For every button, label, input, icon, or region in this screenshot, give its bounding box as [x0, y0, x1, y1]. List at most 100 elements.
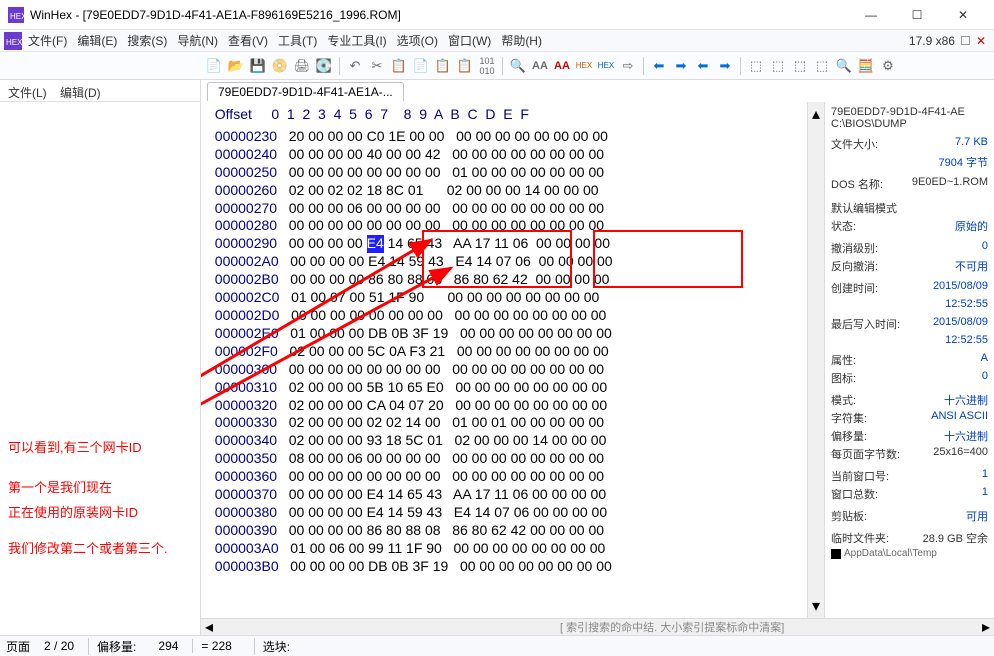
save-icon[interactable]: 💾 — [249, 57, 267, 75]
menu-options[interactable]: 选项(O) — [397, 32, 438, 49]
file-path-1: 79E0EDD7-9D1D-4F41-AE — [831, 106, 988, 118]
close-button[interactable]: ✕ — [940, 0, 986, 30]
filesize-bytes: 7904 字节 — [938, 154, 988, 170]
annotation-1: 可以看到,有三个网卡ID — [0, 432, 200, 464]
status-hint: [ 索引搜索的命中结. 大小索引提案标命中清案] — [560, 619, 784, 635]
disk1-icon[interactable]: ⬚ — [747, 57, 765, 75]
search2-icon[interactable]: 🔍 — [835, 57, 853, 75]
status-page-value: 2 / 20 — [44, 639, 74, 653]
menu-search[interactable]: 搜索(S) — [127, 32, 167, 49]
print-icon[interactable]: 🖨 — [293, 57, 311, 75]
disk2-icon[interactable]: ⬚ — [769, 57, 787, 75]
disk-icon[interactable]: 💽 — [315, 57, 333, 75]
undo-icon[interactable]: ↶ — [346, 57, 364, 75]
toolbar: 📄 📂 💾 📀 🖨 💽 ↶ ✂ 📋 📄 📋 📋 101010 🔍 AA AA H… — [0, 52, 994, 80]
marker2-icon[interactable]: HEX — [597, 57, 615, 75]
app-logo-icon: HEX — [4, 32, 22, 50]
menu-help[interactable]: 帮助(H) — [501, 32, 542, 49]
new-icon[interactable]: 📄 — [205, 57, 223, 75]
clip-value: 可用 — [966, 508, 988, 524]
window-title: WinHex - [79E0EDD7-9D1D-4F41-AE1A-F89616… — [30, 8, 848, 22]
menu-window[interactable]: 窗口(W) — [448, 32, 491, 49]
file-tab[interactable]: 79E0EDD7-9D1D-4F41-AE1A-... — [207, 82, 404, 101]
winno-label: 当前窗口号: — [831, 468, 889, 484]
attr-label: 属性: — [831, 352, 856, 368]
leftmenu-edit[interactable]: 编辑(D) — [60, 86, 101, 100]
title-bar: HEX WinHex - [79E0EDD7-9D1D-4F41-AE1A-F8… — [0, 0, 994, 30]
undo-label: 撤消级别: — [831, 240, 878, 256]
menu-tools[interactable]: 工具(T) — [278, 32, 317, 49]
icons-label: 图标: — [831, 370, 856, 386]
find-hex-icon[interactable]: AA — [531, 57, 549, 75]
clip-label: 剪贴板: — [831, 508, 867, 524]
clipboard2-icon[interactable]: 📋 — [456, 57, 474, 75]
annotation-2a: 第一个是我们现在 — [0, 472, 200, 504]
cut-icon[interactable]: ✂ — [368, 57, 386, 75]
temp-value: 28.9 GB 空余 — [923, 530, 988, 546]
wintot-value: 1 — [982, 486, 988, 502]
calc-icon[interactable]: 🧮 — [857, 57, 875, 75]
offsetmode-value: 十六进制 — [944, 428, 988, 444]
mode-label: 模式: — [831, 392, 856, 408]
leftmenu-file[interactable]: 文件(L) — [8, 86, 47, 100]
paste-icon[interactable]: 📄 — [412, 57, 430, 75]
winno-value: 1 — [982, 468, 988, 484]
filesize-label: 文件大小: — [831, 136, 878, 152]
goto-icon[interactable]: ⇨ — [619, 57, 637, 75]
hex-grid[interactable]: Offset 0 1 2 3 4 5 6 7 8 9 A B C D E F 0… — [201, 102, 807, 618]
saveas-icon[interactable]: 📀 — [271, 57, 289, 75]
bpp-label: 每页面字节数: — [831, 446, 900, 462]
vertical-scrollbar[interactable]: ▴▾ — [807, 102, 824, 618]
copy-icon[interactable]: 📋 — [390, 57, 408, 75]
annotation-3: 我们修改第二个或者第三个. — [0, 533, 200, 565]
arrow-right-icon[interactable]: ➡ — [672, 57, 690, 75]
status-offset-label: 偏移量: — [97, 640, 136, 654]
arrow-last-icon[interactable]: ➡ — [716, 57, 734, 75]
status-sel-label: 选块: — [263, 640, 290, 654]
open-icon[interactable]: 📂 — [227, 57, 245, 75]
wtime-time: 12:52:55 — [945, 334, 988, 346]
ctime-value: 2015/08/09 — [933, 280, 988, 296]
menu-pro-tools[interactable]: 专业工具(I) — [327, 32, 386, 49]
find-icon[interactable]: 🔍 — [509, 57, 527, 75]
folder-icon — [831, 549, 841, 559]
arrow-fwd-icon[interactable]: ⬅ — [694, 57, 712, 75]
menu-nav[interactable]: 导航(N) — [177, 32, 218, 49]
restore-icon[interactable] — [961, 36, 970, 45]
status-bar: 页面 2 / 20 偏移量: 294 = 228 选块: [ 索引搜索的命中结.… — [0, 635, 994, 656]
dosname-label: DOS 名称: — [831, 176, 883, 192]
marker1-icon[interactable]: HEX — [575, 57, 593, 75]
app-icon: HEX — [8, 7, 24, 23]
status-offset-value: 294 — [158, 639, 178, 653]
mode-value: 十六进制 — [944, 392, 988, 408]
charset-label: 字符集: — [831, 410, 867, 426]
find-text-icon[interactable]: AA — [553, 57, 571, 75]
attr-value: A — [981, 352, 988, 368]
ctime-label: 创建时间: — [831, 280, 878, 296]
clipboard1-icon[interactable]: 📋 — [434, 57, 452, 75]
ctime-time: 12:52:55 — [945, 298, 988, 310]
state-label: 状态: — [831, 218, 856, 234]
disk3-icon[interactable]: ⬚ — [791, 57, 809, 75]
minimize-button[interactable]: — — [848, 0, 894, 30]
disk4-icon[interactable]: ⬚ — [813, 57, 831, 75]
child-close-icon[interactable]: ✕ — [976, 34, 986, 48]
binary-icon[interactable]: 101010 — [478, 57, 496, 75]
menu-file[interactable]: 文件(F) — [28, 32, 67, 49]
arrow-back-icon[interactable]: ⬅ — [650, 57, 668, 75]
editmode-header: 默认编辑模式 — [831, 200, 988, 216]
undo-value: 0 — [982, 240, 988, 256]
offsetmode-label: 偏移量: — [831, 428, 867, 444]
filesize-value: 7.7 KB — [955, 136, 988, 152]
gear-icon[interactable]: ⚙ — [879, 57, 897, 75]
menu-bar: HEX 文件(F) 编辑(E) 搜索(S) 导航(N) 查看(V) 工具(T) … — [0, 30, 994, 52]
menu-view[interactable]: 查看(V) — [228, 32, 268, 49]
revundo-label: 反向撤消: — [831, 258, 878, 274]
svg-text:HEX: HEX — [6, 38, 22, 47]
maximize-button[interactable]: ☐ — [894, 0, 940, 30]
icons-value: 0 — [982, 370, 988, 386]
menu-edit[interactable]: 编辑(E) — [77, 32, 117, 49]
temp-label: 临时文件夹: — [831, 530, 889, 546]
wtime-value: 2015/08/09 — [933, 316, 988, 332]
temp-path: AppData\Local\Temp — [844, 548, 937, 559]
